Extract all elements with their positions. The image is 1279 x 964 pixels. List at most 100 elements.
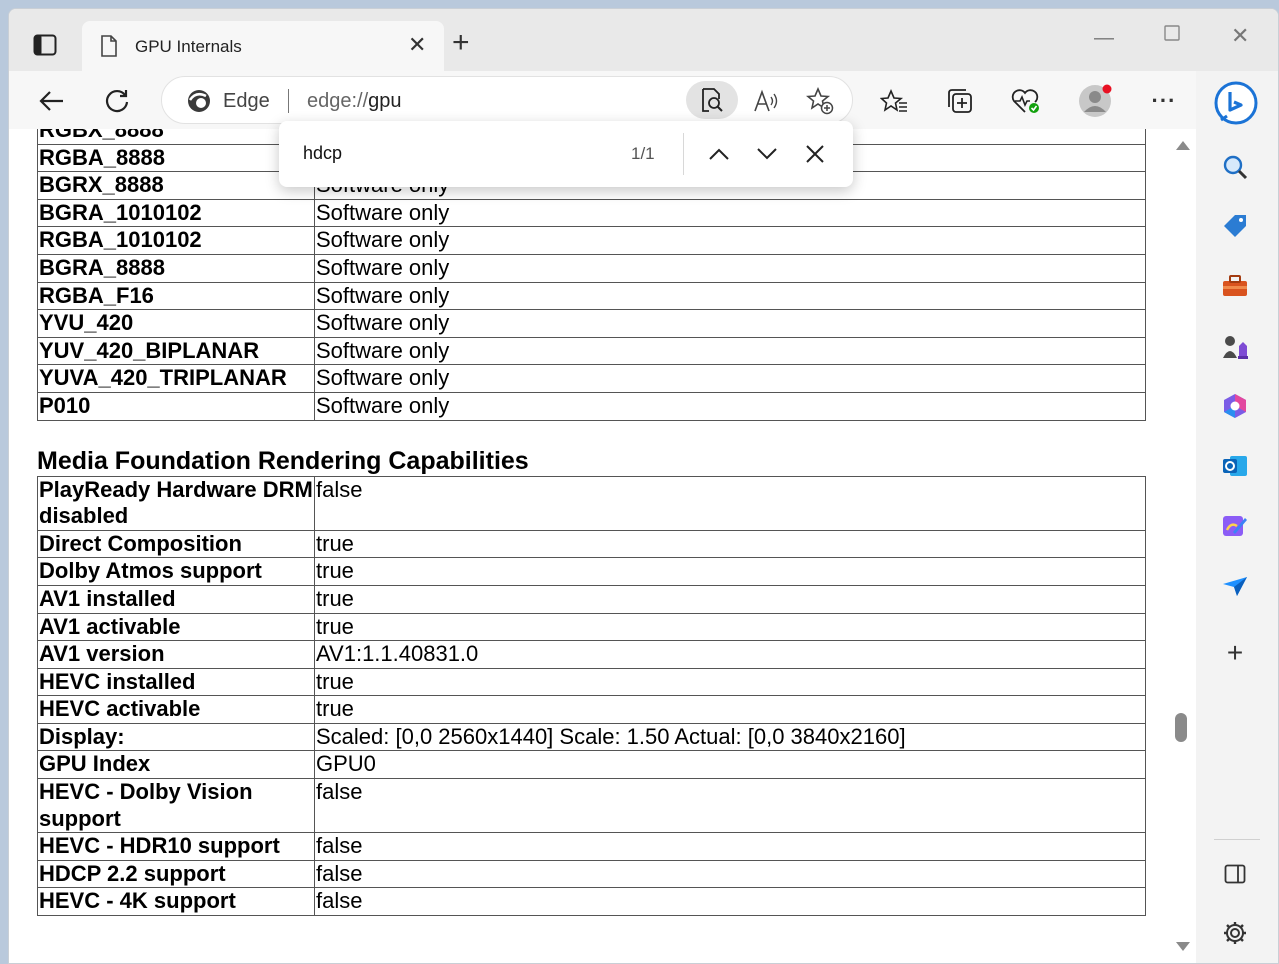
scroll-up-arrow-icon[interactable] bbox=[1176, 141, 1190, 150]
url-host: gpu bbox=[368, 90, 402, 112]
chevron-up-icon bbox=[709, 148, 729, 160]
collections-icon[interactable] bbox=[942, 83, 978, 119]
row-key: Dolby Atmos support bbox=[37, 557, 315, 586]
close-window-icon[interactable]: ✕ bbox=[1231, 23, 1249, 49]
row-value: false bbox=[314, 859, 1146, 889]
row-value: Software only bbox=[314, 226, 1146, 255]
row-value: false bbox=[314, 832, 1146, 861]
favorites-icon[interactable] bbox=[876, 83, 912, 119]
row-value: Software only bbox=[314, 364, 1146, 393]
profile-avatar[interactable] bbox=[1077, 83, 1113, 119]
copilot-icon bbox=[1214, 81, 1258, 125]
row-value: Scaled: [0,0 2560x1440] Scale: 1.50 Actu… bbox=[314, 722, 1146, 752]
row-value: false bbox=[314, 778, 1146, 834]
row-value: GPU0 bbox=[314, 750, 1146, 780]
tools-toolbox-icon[interactable] bbox=[1218, 269, 1252, 303]
browser-essentials-icon[interactable] bbox=[1008, 83, 1044, 119]
find-bar: hdcp 1/1 bbox=[279, 121, 853, 187]
table-row: GPU Index GPU0 bbox=[37, 750, 1146, 780]
row-key: HEVC - Dolby Vision support bbox=[37, 778, 315, 834]
find-on-page-button[interactable] bbox=[686, 81, 738, 119]
row-value: true bbox=[314, 695, 1146, 724]
table-row: Display: Scaled: [0,0 2560x1440] Scale: 1… bbox=[37, 722, 1146, 752]
row-value: Software only bbox=[314, 309, 1146, 338]
row-key: RGBX_8888 bbox=[37, 129, 315, 145]
table-row: Dolby Atmos support true bbox=[37, 557, 1146, 586]
table-row: HEVC activable true bbox=[37, 695, 1146, 724]
sidebar-divider bbox=[1214, 839, 1260, 840]
minimize-icon[interactable]: — bbox=[1094, 27, 1114, 50]
address-bar[interactable]: Edge edge://gpu bbox=[161, 76, 853, 124]
add-sidebar-app-icon[interactable]: + bbox=[1218, 636, 1252, 670]
settings-gear-icon[interactable] bbox=[1218, 916, 1252, 950]
close-tab-icon[interactable]: ✕ bbox=[408, 34, 426, 56]
more-options-icon[interactable]: ··· bbox=[1146, 83, 1182, 119]
scroll-down-arrow-icon[interactable] bbox=[1176, 942, 1190, 951]
tab-actions-icon bbox=[33, 34, 57, 56]
shopping-tag-icon[interactable] bbox=[1218, 209, 1252, 243]
row-value: Software only bbox=[314, 336, 1146, 366]
gpu-internals-content: RGBX_8888 Software only RGBA_8888 Software… bbox=[37, 129, 1147, 917]
row-key: YUV_420_BIPLANAR bbox=[37, 336, 315, 366]
row-key: HDCP 2.2 support bbox=[37, 859, 315, 889]
new-tab-icon[interactable]: + bbox=[452, 28, 470, 58]
row-value: Software only bbox=[314, 253, 1146, 283]
page-viewport: RGBX_8888 Software only RGBA_8888 Software… bbox=[9, 129, 1196, 963]
row-key: RGBA_F16 bbox=[37, 281, 315, 311]
row-key: HEVC activable bbox=[37, 695, 315, 724]
table-row: PlayReady Hardware DRM disabled false bbox=[37, 475, 1146, 531]
read-aloud-icon[interactable] bbox=[748, 84, 784, 118]
table-row: YVU_420 Software only bbox=[37, 309, 1146, 338]
refresh-icon[interactable] bbox=[99, 83, 135, 119]
copilot-button[interactable] bbox=[1212, 79, 1260, 127]
row-key: HEVC - HDR10 support bbox=[37, 832, 315, 861]
row-key: RGBA_1010102 bbox=[37, 226, 315, 255]
row-value: false bbox=[314, 475, 1146, 531]
row-key: AV1 version bbox=[37, 640, 315, 669]
find-input[interactable]: hdcp bbox=[303, 143, 342, 164]
table-row: HEVC - Dolby Vision support false bbox=[37, 778, 1146, 834]
row-key: HEVC - 4K support bbox=[37, 887, 315, 917]
scrollbar-thumb[interactable] bbox=[1175, 713, 1187, 742]
designer-icon[interactable] bbox=[1218, 509, 1252, 543]
maximize-icon[interactable] bbox=[1164, 24, 1180, 47]
back-icon[interactable] bbox=[33, 83, 69, 119]
add-favorite-icon[interactable] bbox=[802, 84, 838, 118]
chevron-down-icon bbox=[757, 148, 777, 160]
row-value: Software only bbox=[314, 391, 1146, 421]
url-text[interactable]: edge://gpu bbox=[307, 90, 402, 113]
tab-title: GPU Internals bbox=[135, 37, 242, 56]
games-icon[interactable] bbox=[1218, 329, 1252, 363]
table-row: AV1 installed true bbox=[37, 584, 1146, 614]
row-value: AV1:1.1.40831.0 bbox=[314, 640, 1146, 669]
row-key: P010 bbox=[37, 391, 315, 421]
find-match-count: 1/1 bbox=[631, 144, 655, 163]
table-row: BGRA_1010102 Software only bbox=[37, 198, 1146, 228]
close-icon bbox=[806, 145, 824, 163]
table-row: HEVC - HDR10 support false bbox=[37, 832, 1146, 861]
row-key: AV1 activable bbox=[37, 612, 315, 642]
find-in-page-icon bbox=[702, 88, 723, 112]
row-key: YVU_420 bbox=[37, 309, 315, 338]
tab-gpu-internals[interactable]: GPU Internals ✕ bbox=[82, 21, 444, 71]
find-next-button[interactable] bbox=[750, 138, 784, 170]
find-previous-button[interactable] bbox=[702, 138, 736, 170]
microsoft-365-icon[interactable] bbox=[1218, 389, 1252, 423]
row-value: true bbox=[314, 612, 1146, 642]
find-close-button[interactable] bbox=[798, 138, 832, 170]
row-value: true bbox=[314, 529, 1146, 559]
tab-actions-button[interactable] bbox=[25, 31, 65, 59]
table-row: YUV_420_BIPLANAR Software only bbox=[37, 336, 1146, 366]
browser-window: GPU Internals ✕ + — ✕ Edge edge://gpu ··… bbox=[8, 8, 1279, 964]
row-key: BGRA_8888 bbox=[37, 253, 315, 283]
row-key: BGRA_1010102 bbox=[37, 198, 315, 228]
row-key: GPU Index bbox=[37, 750, 315, 780]
outlook-icon[interactable] bbox=[1218, 449, 1252, 483]
row-value: true bbox=[314, 667, 1146, 697]
hide-sidebar-icon[interactable] bbox=[1218, 857, 1252, 891]
table-row: BGRA_8888 Software only bbox=[37, 253, 1146, 283]
search-icon[interactable] bbox=[1218, 150, 1252, 184]
drop-send-icon[interactable] bbox=[1218, 569, 1252, 603]
vertical-scrollbar[interactable] bbox=[1173, 129, 1196, 963]
table-row: AV1 activable true bbox=[37, 612, 1146, 642]
